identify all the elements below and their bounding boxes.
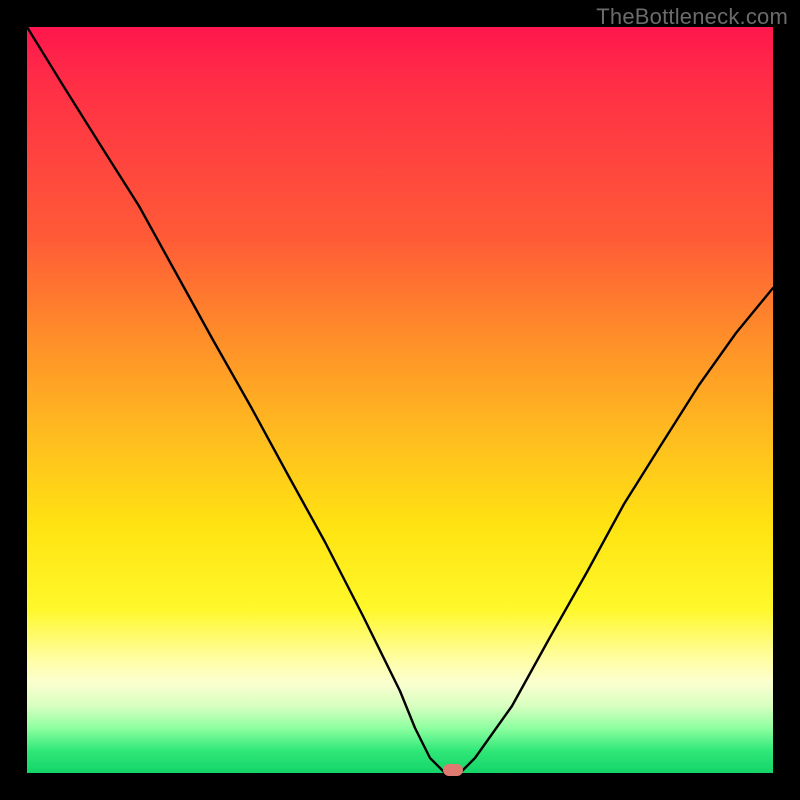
bottleneck-curve xyxy=(27,27,773,773)
plot-area xyxy=(27,27,773,773)
chart-frame: TheBottleneck.com xyxy=(0,0,800,800)
minimum-marker xyxy=(443,764,463,776)
